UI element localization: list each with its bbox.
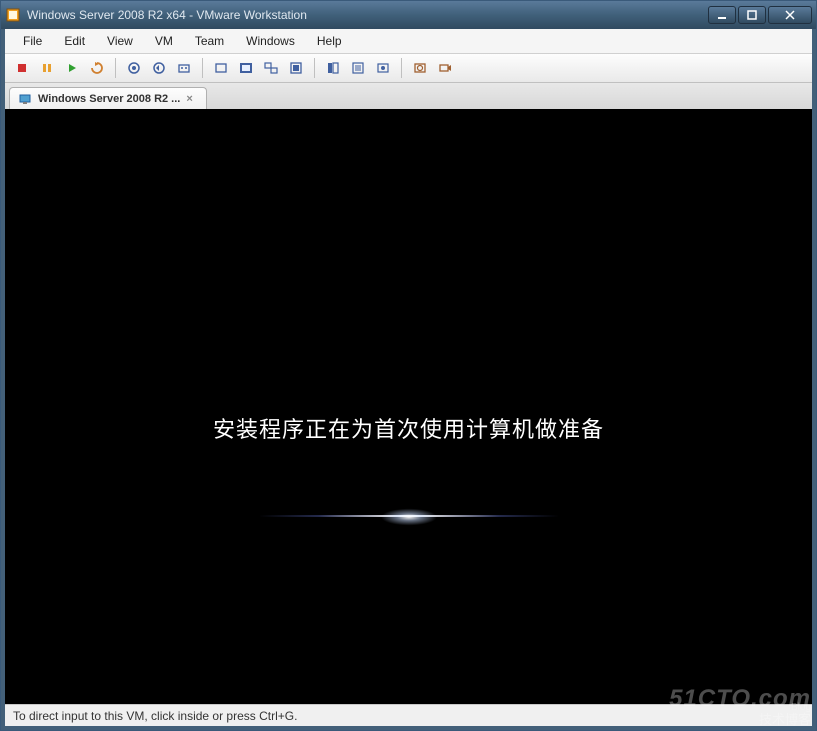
- menu-help[interactable]: Help: [307, 31, 352, 51]
- vm-tab-icon: [18, 92, 32, 106]
- sidebar-button[interactable]: [322, 57, 344, 79]
- tabbar: Windows Server 2008 R2 ... ×: [5, 83, 812, 109]
- menu-file[interactable]: File: [13, 31, 52, 51]
- toolbar-separator: [314, 58, 315, 78]
- titlebar[interactable]: Windows Server 2008 R2 x64 - VMware Work…: [1, 1, 816, 29]
- menu-windows[interactable]: Windows: [236, 31, 305, 51]
- minimize-button[interactable]: [708, 6, 736, 24]
- toolbar-separator: [115, 58, 116, 78]
- maximize-button[interactable]: [738, 6, 766, 24]
- appliance-button[interactable]: [372, 57, 394, 79]
- menu-edit[interactable]: Edit: [54, 31, 95, 51]
- vm-tab-label: Windows Server 2008 R2 ...: [38, 93, 180, 105]
- vm-display[interactable]: 安装程序正在为首次使用计算机做准备: [5, 109, 812, 704]
- tab-close-icon[interactable]: ×: [186, 93, 198, 105]
- window-title: Windows Server 2008 R2 x64 - VMware Work…: [27, 8, 708, 22]
- toolbar-separator: [202, 58, 203, 78]
- statusbar: To direct input to this VM, click inside…: [5, 704, 812, 726]
- summary-button[interactable]: [347, 57, 369, 79]
- capture-movie-button[interactable]: [434, 57, 456, 79]
- menu-view[interactable]: View: [97, 31, 143, 51]
- toolbar-separator: [401, 58, 402, 78]
- quickswitch-button[interactable]: [260, 57, 282, 79]
- revert-button[interactable]: [148, 57, 170, 79]
- app-window: Windows Server 2008 R2 x64 - VMware Work…: [0, 0, 817, 731]
- vm-boot-content: 安装程序正在为首次使用计算机做准备: [5, 412, 812, 444]
- menubar: File Edit View VM Team Windows Help: [5, 29, 812, 53]
- suspend-button[interactable]: [36, 57, 58, 79]
- fullscreen-button[interactable]: [235, 57, 257, 79]
- vm-tab[interactable]: Windows Server 2008 R2 ... ×: [9, 87, 207, 109]
- toolbar: [5, 53, 812, 83]
- poweroff-button[interactable]: [11, 57, 33, 79]
- show-console-button[interactable]: [210, 57, 232, 79]
- poweron-button[interactable]: [61, 57, 83, 79]
- menu-team[interactable]: Team: [185, 31, 234, 51]
- capture-button[interactable]: [409, 57, 431, 79]
- menu-vm[interactable]: VM: [145, 31, 183, 51]
- progress-light-flare: [259, 502, 559, 532]
- snapshot-manager-button[interactable]: [173, 57, 195, 79]
- client-area: File Edit View VM Team Windows Help: [1, 29, 816, 730]
- window-controls: [708, 6, 812, 24]
- close-button[interactable]: [768, 6, 812, 24]
- app-icon: [5, 7, 21, 23]
- status-hint: To direct input to this VM, click inside…: [13, 709, 297, 723]
- unity-button[interactable]: [285, 57, 307, 79]
- snapshot-button[interactable]: [123, 57, 145, 79]
- setup-message: 安装程序正在为首次使用计算机做准备: [5, 412, 812, 444]
- reset-button[interactable]: [86, 57, 108, 79]
